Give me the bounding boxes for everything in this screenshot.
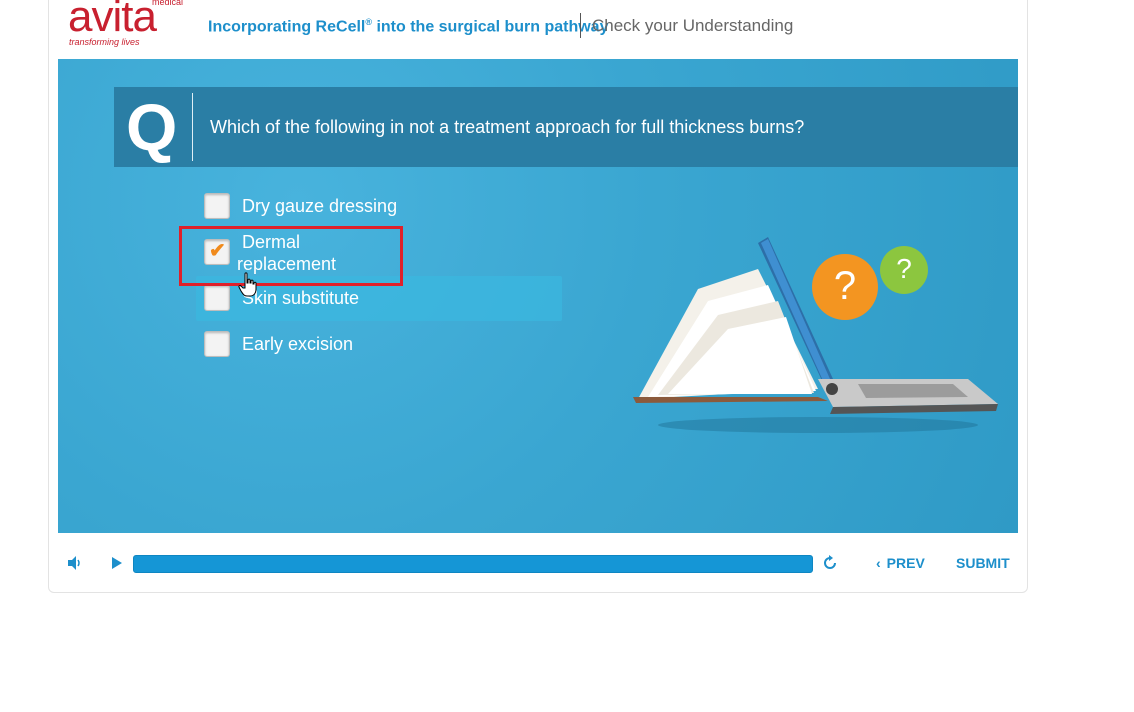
logo-tagline: transforming lives (69, 37, 140, 47)
checkbox[interactable]: ✔ (204, 285, 230, 311)
prev-button[interactable]: ‹ PREV (876, 555, 925, 571)
logo-word: avita (68, 0, 157, 41)
header-divider (580, 13, 581, 38)
hand-cursor-icon (238, 272, 258, 298)
question-divider (192, 93, 193, 161)
checkbox[interactable]: ✔ (204, 193, 230, 219)
option-label: Skin substitute (242, 288, 360, 308)
selection-outline (179, 226, 403, 286)
player-controls: ‹ PREV SUBMIT (58, 540, 1018, 586)
chevron-left-icon: ‹ (876, 555, 881, 571)
progress-bar[interactable] (133, 555, 813, 573)
slide-stage: Q Which of the following in not a treatm… (58, 59, 1018, 533)
option-label: Dry gauze dressing (242, 196, 398, 216)
avita-logo: avita medical transforming lives (68, 0, 188, 52)
registered-mark: ® (365, 17, 372, 27)
question-letter: Q (126, 90, 178, 164)
question-bar: Q Which of the following in not a treatm… (114, 87, 1018, 167)
course-title-part2: into the surgical burn pathway (372, 18, 609, 36)
submit-button[interactable]: SUBMIT (956, 555, 1010, 571)
replay-icon[interactable] (821, 554, 839, 572)
logo-medical: medical (152, 0, 184, 7)
question-text: Which of the following in not a treatmen… (210, 117, 805, 137)
course-title: Incorporating ReCell® into the surgical … (208, 17, 608, 36)
checkbox[interactable]: ✔ (204, 331, 230, 357)
course-title-part1: Incorporating ReCell (208, 18, 366, 36)
option-label: Early excision (242, 334, 354, 354)
book-laptop-illustration: ? ? (618, 229, 1018, 499)
prev-label: PREV (886, 555, 925, 571)
question-bubble-green: ? (880, 246, 928, 294)
play-icon[interactable] (108, 554, 126, 572)
question-bubble-orange: ? (812, 254, 878, 320)
header: avita medical transforming lives Incorpo… (58, 0, 1018, 58)
page-title: Check your Understanding (592, 16, 794, 35)
speaker-icon[interactable] (66, 554, 84, 572)
